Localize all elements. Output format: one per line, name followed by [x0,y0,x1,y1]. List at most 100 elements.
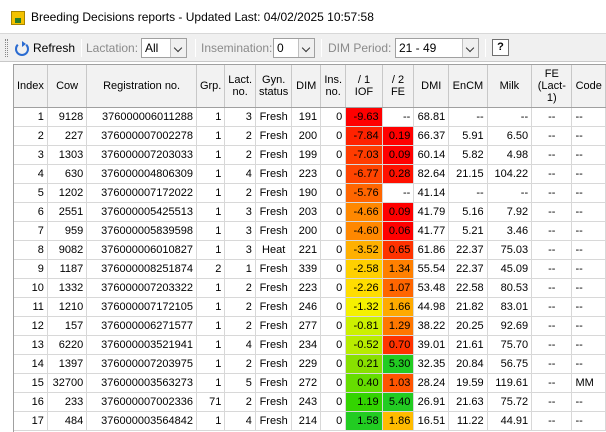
cell-registration: 376000007203322 [86,278,197,298]
cell-fe-lact1: -- [531,126,573,146]
table-row[interactable]: 7 959 376000005839598 1 3 Fresh 200 0 -4.60 0.06 4… [14,221,606,241]
column-header-index[interactable]: Index [14,65,48,108]
column-header-lact[interactable]: Lact. no. [224,65,256,108]
table-row[interactable]: 6 2551 376000005425513 1 3 Fresh 203 0 -4.66 0.09… [14,202,606,222]
refresh-icon [13,40,29,56]
column-header-grp[interactable]: Grp. [196,65,226,108]
cell-gyn: Fresh [255,164,293,184]
cell-dmi: 44.98 [413,297,450,317]
cell-registration: 376000007172105 [86,297,197,317]
cell-code: -- [571,278,606,298]
cell-encm: 22.37 [448,259,488,279]
table-row[interactable]: 17 484 376000003564842 1 4 Fresh 214 0 1.58 1.86 1… [14,411,606,431]
chevron-down-icon[interactable] [462,39,478,57]
cell-dmi: 55.54 [413,259,450,279]
column-header-registration[interactable]: Registration no. [86,65,197,108]
toolbar: Refresh Lactation: All Insemination: 0 D… [0,34,606,62]
refresh-button[interactable]: Refresh [13,38,77,58]
cell-gyn: Fresh [255,411,293,431]
insemination-select[interactable]: 0 [273,38,315,58]
cell-milk: 75.72 [487,392,533,412]
cell-encm: 22.37 [448,240,488,260]
cell-gyn: Fresh [255,221,293,241]
cell-gyn: Fresh [255,297,293,317]
title-bar: Breeding Decisions reports - Updated Las… [0,0,606,34]
chevron-down-icon[interactable] [298,39,314,57]
table-row[interactable]: 5 1202 376000007172022 1 2 Fresh 190 0 -5.76 -- 41… [14,183,606,203]
column-header-fe-lact1[interactable]: FE (Lact-1) [531,65,573,108]
cell-ins: 0 [320,335,347,355]
help-button[interactable]: ? [492,39,509,56]
table-row[interactable]: 11 1210 376000007172105 1 2 Fresh 246 0 -1.32 1.6… [14,297,606,317]
column-header-ins[interactable]: Ins. no. [320,65,347,108]
column-header-dmi[interactable]: DMI [413,65,450,108]
cell-fe: 1.29 [382,316,415,336]
toolbar-grip[interactable] [5,39,8,57]
toolbar-separator [195,39,196,57]
cell-gyn: Fresh [255,316,293,336]
cell-iof: -2.26 [345,278,383,298]
column-header-cow[interactable]: Cow [47,65,88,108]
cell-grp: 1 [196,278,226,298]
column-header-fe[interactable]: / 2 FE [382,65,415,108]
cell-grp: 1 [196,202,226,222]
cell-gyn: Fresh [255,259,293,279]
cell-registration: 376000003563273 [86,373,197,393]
cell-grp: 1 [196,297,226,317]
cell-fe-lact1: -- [531,164,573,184]
cell-cow: 32700 [47,373,88,393]
cell-milk: 80.53 [487,278,533,298]
cell-gyn: Fresh [255,278,293,298]
table-row[interactable]: 14 1397 376000007203975 1 2 Fresh 229 0 0.21 5.30… [14,354,606,374]
table-row[interactable]: 12 157 376000006271577 1 2 Fresh 277 0 -0.81 1.29… [14,316,606,336]
cell-milk: 6.50 [487,126,533,146]
column-header-gyn[interactable]: Gyn. status [255,65,293,108]
table-row[interactable]: 8 9082 376000006010827 1 3 Heat 221 0 -3.52 0.65 6… [14,240,606,260]
cell-milk: 44.91 [487,411,533,431]
table-row[interactable]: 4 630 376000004806309 1 4 Fresh 223 0 -6.77 0.28 8… [14,164,606,184]
cell-dmi: 41.14 [413,183,450,203]
cell-grp: 1 [196,316,226,336]
column-header-label: IOF [354,85,374,98]
cell-index: 16 [14,392,48,412]
cell-gyn: Fresh [255,107,293,127]
table-row[interactable]: 1 9128 376000006011288 1 3 Fresh 191 0 -9.63 -- 68… [14,107,606,127]
column-header-iof[interactable]: / 1 IOF [345,65,383,108]
table-row[interactable]: 2 227 376000007002278 1 2 Fresh 200 0 -7.84 0.19 6… [14,126,606,146]
cell-grp: 1 [196,145,226,165]
chevron-down-icon[interactable] [170,39,186,57]
table-row[interactable]: 13 6220 376000003521941 1 4 Fresh 234 0 -0.52 0.7… [14,335,606,355]
table-row[interactable]: 9 1187 376000008251874 2 1 Fresh 339 0 -2.58 1.34… [14,259,606,279]
column-header-encm[interactable]: EnCM [448,65,488,108]
cell-fe-lact1: -- [531,411,573,431]
table-row[interactable]: 10 1332 376000007203322 1 2 Fresh 223 0 -2.26 1.0… [14,278,606,298]
cell-lact: 2 [224,183,256,203]
table-row[interactable]: 16 233 376000007002336 71 2 Fresh 243 0 1.19 5.40… [14,392,606,412]
cell-fe: 0.19 [382,126,415,146]
cell-lact: 2 [224,354,256,374]
cell-code: -- [571,259,606,279]
cell-index: 2 [14,126,48,146]
cell-milk: 104.22 [487,164,533,184]
dim-period-select[interactable]: 21 - 49 [395,38,479,58]
cell-dim: 190 [291,183,322,203]
cell-registration: 376000003521941 [86,335,197,355]
lactation-select[interactable]: All [141,38,187,58]
table-row[interactable]: 3 1303 376000007203033 1 2 Fresh 199 0 -7.03 0.09… [14,145,606,165]
cell-code: -- [571,297,606,317]
column-header-code[interactable]: Code [571,65,606,108]
cell-registration: 376000007002278 [86,126,197,146]
cell-dim: 200 [291,126,322,146]
column-header-dim[interactable]: DIM [291,65,322,108]
cell-code: -- [571,392,606,412]
cell-lact: 2 [224,316,256,336]
table-row[interactable]: 15 32700 376000003563273 1 5 Fresh 272 0 0.40 1.0… [14,373,606,393]
cell-dmi: 16.51 [413,411,450,431]
column-header-label: Lact. no. [228,73,253,98]
cell-index: 7 [14,221,48,241]
cell-fe-lact1: -- [531,107,573,127]
cell-iof: -0.52 [345,335,383,355]
cell-index: 3 [14,145,48,165]
cell-ins: 0 [320,373,347,393]
column-header-milk[interactable]: Milk [487,65,533,108]
